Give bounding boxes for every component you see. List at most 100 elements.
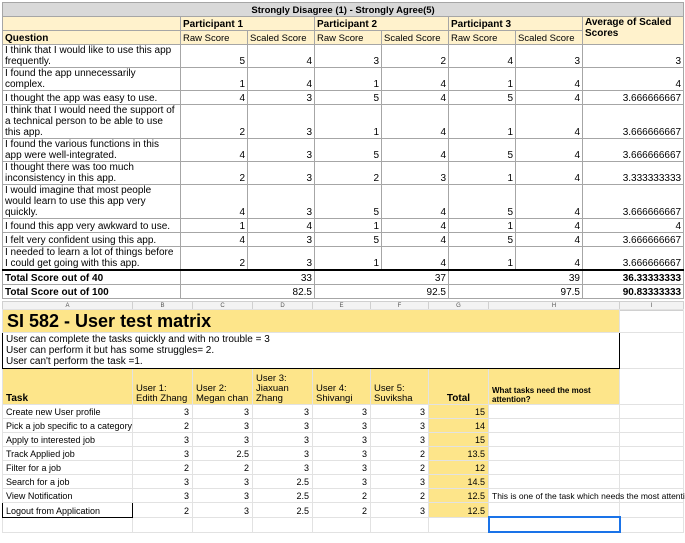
score-cell: 4: [515, 67, 583, 91]
user-3-header[interactable]: User 3: Jiaxuan Zhang: [252, 368, 313, 405]
task-header[interactable]: Task: [2, 368, 133, 405]
user-score[interactable]: 3: [132, 432, 193, 447]
attention-note[interactable]: [487, 502, 621, 518]
user-score[interactable]: 2: [132, 418, 193, 433]
user-score[interactable]: 2.5: [192, 446, 253, 461]
user-1-header[interactable]: User 1: Edith Zhang: [132, 368, 193, 405]
user-score[interactable]: 3: [252, 418, 313, 433]
cell-empty[interactable]: [192, 516, 253, 533]
user-score[interactable]: 3: [132, 446, 193, 461]
task-name[interactable]: Track Applied job: [2, 446, 133, 461]
average-score: 3.333333333: [581, 161, 685, 185]
cell-empty[interactable]: [132, 516, 193, 533]
attention-note[interactable]: [487, 418, 621, 433]
user-score[interactable]: 3: [192, 418, 253, 433]
user-score[interactable]: 3: [312, 460, 371, 475]
attention-note[interactable]: [487, 460, 621, 475]
cell-empty[interactable]: [619, 474, 685, 489]
user-score[interactable]: 3: [192, 432, 253, 447]
cell-empty[interactable]: [312, 516, 371, 533]
user-score[interactable]: 3: [252, 460, 313, 475]
task-name[interactable]: View Notification: [2, 488, 133, 503]
total-score: 82.5: [180, 284, 315, 299]
user-score[interactable]: 3: [252, 446, 313, 461]
attention-note[interactable]: [487, 474, 621, 489]
user-score[interactable]: 3: [132, 474, 193, 489]
cell-empty[interactable]: [619, 502, 685, 518]
user-score[interactable]: 3: [370, 432, 429, 447]
task-total[interactable]: 12.5: [428, 502, 489, 518]
task-total[interactable]: 12: [428, 460, 489, 475]
user-score[interactable]: 2: [312, 488, 371, 503]
selected-cell[interactable]: [487, 516, 621, 533]
survey-row: I would imagine that most people would l…: [2, 184, 685, 219]
user-score[interactable]: 2.5: [252, 502, 313, 518]
task-name[interactable]: Filter for a job: [2, 460, 133, 475]
user-score[interactable]: 3: [312, 446, 371, 461]
task-total[interactable]: 15: [428, 432, 489, 447]
task-name[interactable]: Apply to interested job: [2, 432, 133, 447]
attention-note[interactable]: This is one of the task which needs the …: [487, 488, 685, 503]
score-cell: 3: [314, 44, 382, 68]
attention-note[interactable]: [487, 432, 621, 447]
cell-empty[interactable]: [619, 332, 685, 369]
task-total[interactable]: 14: [428, 418, 489, 433]
user-score[interactable]: 2: [370, 446, 429, 461]
user-score[interactable]: 2: [132, 460, 193, 475]
user-4-header[interactable]: User 4: Shivangi: [312, 368, 371, 405]
cell-empty[interactable]: [252, 516, 313, 533]
task-total[interactable]: 15: [428, 404, 489, 419]
user-score[interactable]: 2: [370, 488, 429, 503]
user-5-header[interactable]: User 5: Suviksha: [370, 368, 429, 405]
user-score[interactable]: 3: [192, 488, 253, 503]
task-name[interactable]: Search for a job: [2, 474, 133, 489]
task-total[interactable]: 13.5: [428, 446, 489, 461]
user-score[interactable]: 3: [312, 404, 371, 419]
sheet-title[interactable]: SI 582 - User test matrix: [1, 309, 621, 333]
total-header[interactable]: Total: [428, 368, 489, 405]
cell-empty[interactable]: [619, 432, 685, 447]
attention-note[interactable]: [487, 446, 621, 461]
user-score[interactable]: 3: [252, 432, 313, 447]
cell-empty[interactable]: [619, 368, 685, 405]
user-score[interactable]: 2: [312, 502, 371, 518]
user-score[interactable]: 2: [370, 460, 429, 475]
user-score[interactable]: 2: [192, 460, 253, 475]
user-score[interactable]: 3: [370, 474, 429, 489]
user-score[interactable]: 3: [370, 404, 429, 419]
cell-empty[interactable]: [619, 460, 685, 475]
cell-empty[interactable]: [2, 516, 133, 533]
user-score[interactable]: 2: [132, 502, 193, 518]
task-total[interactable]: 14.5: [428, 474, 489, 489]
user-2-header[interactable]: User 2: Megan chan: [192, 368, 253, 405]
cell-empty[interactable]: [619, 418, 685, 433]
cell-empty[interactable]: [619, 516, 685, 533]
user-score[interactable]: 3: [132, 488, 193, 503]
user-score[interactable]: 3: [312, 418, 371, 433]
score-cell: 5: [314, 184, 382, 219]
user-score[interactable]: 3: [132, 404, 193, 419]
user-score[interactable]: 3: [312, 474, 371, 489]
task-total[interactable]: 12.5: [428, 488, 489, 503]
cell-empty[interactable]: [370, 516, 429, 533]
user-score[interactable]: 3: [192, 502, 253, 518]
user-score[interactable]: 3: [370, 502, 429, 518]
scoring-legend[interactable]: User can complete the tasks quickly and …: [1, 332, 621, 369]
task-name[interactable]: Logout from Application: [2, 502, 133, 518]
user-score[interactable]: 3: [252, 404, 313, 419]
user-score[interactable]: 3: [312, 432, 371, 447]
user-score[interactable]: 3: [192, 404, 253, 419]
task-name[interactable]: Create new User profile: [2, 404, 133, 419]
cell-empty[interactable]: [619, 404, 685, 419]
task-name[interactable]: Pick a job specific to a category: [2, 418, 133, 433]
attention-note[interactable]: [487, 404, 621, 419]
cell-empty[interactable]: [619, 446, 685, 461]
average-score: 4: [581, 218, 685, 233]
cell-empty[interactable]: [428, 516, 489, 533]
user-score[interactable]: 3: [370, 418, 429, 433]
attention-header[interactable]: What tasks need the most attention?: [487, 368, 621, 405]
user-score[interactable]: 3: [192, 474, 253, 489]
user-score[interactable]: 2.5: [252, 474, 313, 489]
cell-empty[interactable]: [619, 309, 685, 333]
user-score[interactable]: 2.5: [252, 488, 313, 503]
